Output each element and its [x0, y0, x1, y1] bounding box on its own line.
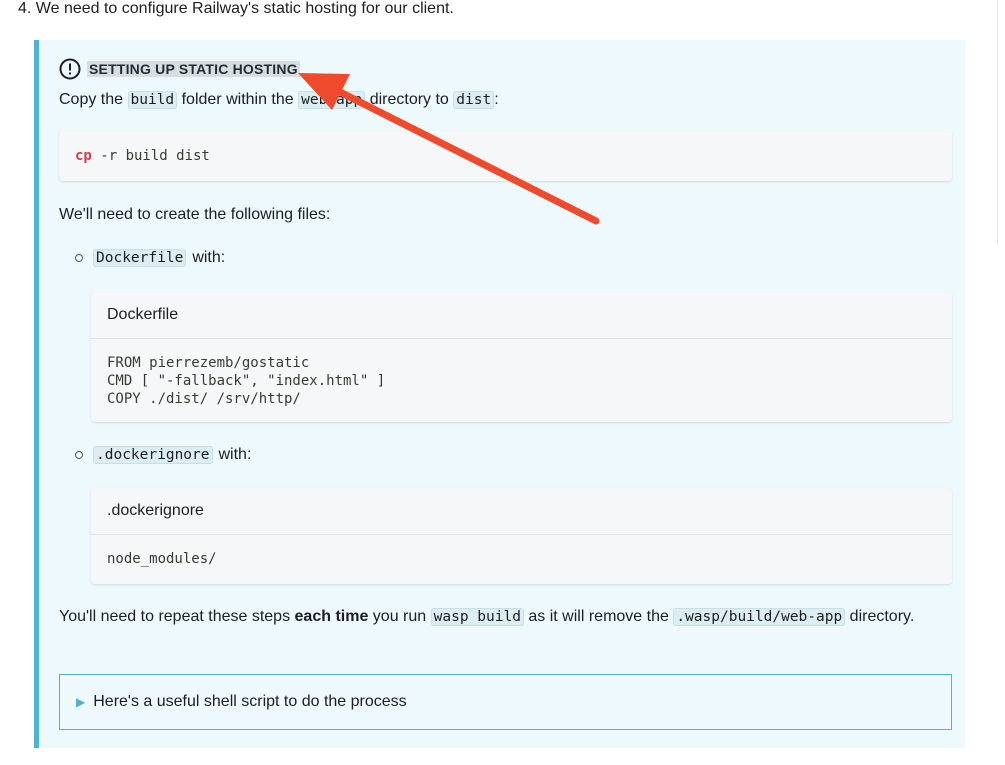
- code-web-app: web-app: [298, 91, 366, 109]
- dockerfile-code-title: Dockerfile: [91, 292, 952, 339]
- dockerfile-code-body: FROM pierrezemb/gostatic CMD [ "-fallback…: [107, 354, 385, 408]
- disclosure-triangle-icon[interactable]: ▶: [76, 695, 85, 709]
- copy-text-4: :: [494, 91, 499, 108]
- copy-text-1: Copy the: [59, 91, 124, 108]
- dockerignore-code-block: .dockerignore node_modules/: [91, 488, 952, 584]
- scrollbar-divider: [997, 0, 998, 244]
- dockerignore-code-title: .dockerignore: [91, 488, 952, 535]
- cp-command-line: cp -r build dist: [75, 148, 210, 164]
- copy-instructions: Copy the build folder within the web-app…: [59, 87, 499, 113]
- info-admonition: SETTING UP STATIC HOSTING Copy the build…: [34, 40, 965, 748]
- cp-args: -r build dist: [91, 148, 210, 164]
- info-exclamation-icon: [59, 58, 81, 80]
- with-text: with:: [218, 446, 252, 463]
- code-build: build: [127, 91, 178, 109]
- code-wasp-build: wasp build: [430, 608, 524, 626]
- with-text: with:: [192, 249, 226, 266]
- cp-keyword: cp: [75, 148, 92, 164]
- repeat-text-3: as it will remove the: [528, 608, 669, 625]
- code-line: FROM pierrezemb/gostatic: [107, 355, 310, 371]
- code-line: COPY ./dist/ /srv/http/: [107, 391, 301, 407]
- step-heading: 4. We need to configure Railway's static…: [18, 0, 454, 17]
- code-dist: dist: [453, 91, 495, 109]
- list-item-dockerignore: .dockerignore with:: [75, 442, 251, 468]
- repeat-instructions: You'll need to repeat these steps each t…: [59, 604, 939, 630]
- cp-command-block: cp -r build dist: [59, 131, 952, 181]
- dockerfile-code-block: Dockerfile FROM pierrezemb/gostatic CMD […: [91, 292, 952, 422]
- bullet-circle-icon: [75, 254, 83, 262]
- code-dockerignore: .dockerignore: [93, 446, 213, 464]
- code-wasp-build-path: .wasp/build/web-app: [673, 608, 846, 626]
- admonition-heading: SETTING UP STATIC HOSTING: [59, 57, 300, 81]
- dockerignore-code-body: node_modules/: [107, 550, 217, 568]
- repeat-bold: each time: [294, 608, 369, 625]
- repeat-text-2: you run: [372, 608, 427, 625]
- copy-text-2: folder within the: [181, 91, 294, 108]
- repeat-text-4: directory.: [849, 608, 915, 625]
- files-intro: We'll need to create the following files…: [59, 206, 331, 223]
- code-dockerfile: Dockerfile: [93, 249, 187, 267]
- bullet-circle-icon: [75, 451, 83, 459]
- shell-script-details[interactable]: ▶ Here's a useful shell script to do the…: [59, 674, 952, 730]
- copy-text-3: directory to: [369, 91, 449, 108]
- code-line: CMD [ "-fallback", "index.html" ]: [107, 373, 386, 389]
- list-item-dockerfile: Dockerfile with:: [75, 245, 225, 271]
- details-summary[interactable]: Here's a useful shell script to do the p…: [93, 693, 406, 711]
- admonition-title: SETTING UP STATIC HOSTING: [87, 61, 300, 77]
- code-line: node_modules/: [107, 551, 217, 567]
- repeat-text-1: You'll need to repeat these steps: [59, 608, 291, 625]
